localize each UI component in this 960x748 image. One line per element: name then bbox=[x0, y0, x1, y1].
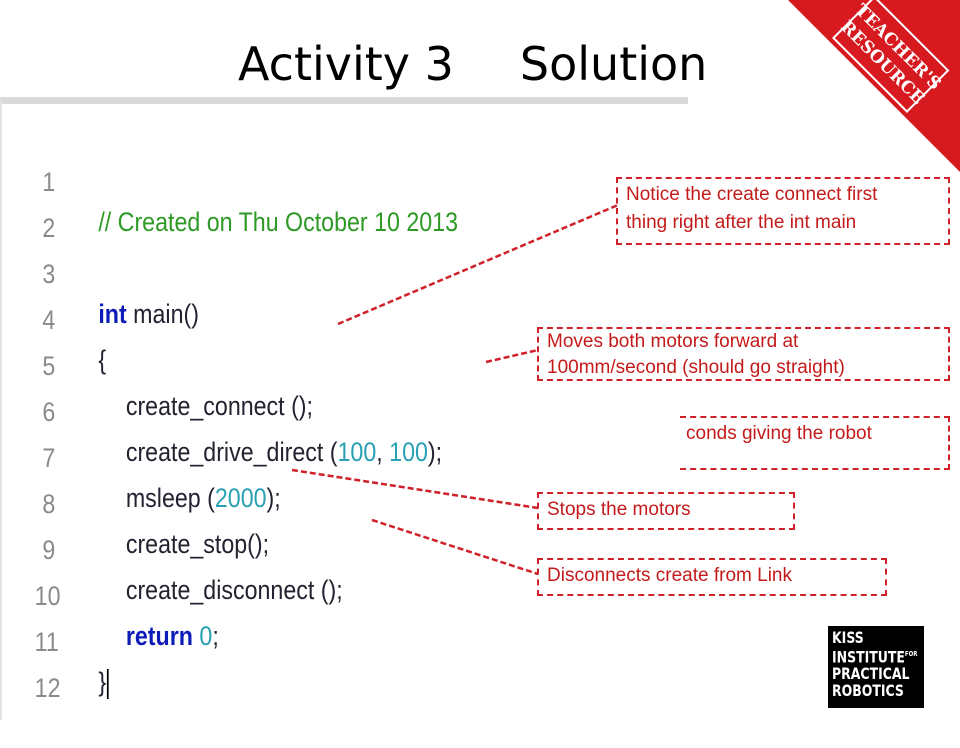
logo-line4: ROBOTICS bbox=[832, 681, 904, 701]
logo-line2-sup: FOR bbox=[904, 650, 918, 658]
callout-stop-text: Stops the motors bbox=[547, 499, 691, 520]
callout-sleep-text: conds giving the robot bbox=[686, 423, 872, 444]
close-brace-wrap: } bbox=[98, 662, 109, 702]
slide-title-activity: Activity 3 bbox=[238, 37, 454, 91]
callout-connect-line1: Notice the create connect first bbox=[626, 184, 878, 205]
teachers-resource-ribbon: TEACHER'S RESOURCE bbox=[788, 0, 960, 172]
callout-drive-line1: Moves both motors forward at bbox=[547, 331, 799, 352]
logo-line2: INSTITUTEFOR bbox=[832, 646, 917, 665]
slide-title: Activity 3 Solution bbox=[238, 34, 707, 94]
code-line-6: 6 create_drive_direct (100, 100); bbox=[2, 352, 592, 467]
code-line-7: 7 msleep (2000); bbox=[2, 398, 592, 513]
callout-drive-line2: 100mm/second (should go straight) bbox=[547, 357, 845, 378]
logo-line1: KISS bbox=[832, 628, 864, 647]
code-line-3: 3 int main() bbox=[2, 214, 592, 329]
callout-drive-direct: Moves both motors forward at 100mm/secon… bbox=[537, 327, 950, 381]
callout-create-connect: Notice the create connect first thing ri… bbox=[616, 177, 950, 245]
code-line-12: 12 bbox=[2, 628, 592, 703]
code-line-11: 11 } bbox=[2, 582, 592, 699]
callout-msleep: conds giving the robot bbox=[680, 416, 950, 470]
callout-disconnect: Disconnects create from Link bbox=[537, 558, 887, 596]
code-line-4: 4 { bbox=[2, 260, 592, 375]
code-line-2: 2 bbox=[2, 168, 592, 243]
close-brace: } bbox=[98, 667, 107, 697]
logo-line3: PRACTICAL bbox=[832, 664, 910, 684]
kiss-institute-logo: KISS INSTITUTEFOR PRACTICAL ROBOTICS bbox=[828, 626, 924, 708]
callout-connect-line2: thing right after the int main bbox=[626, 212, 857, 233]
text-cursor bbox=[106, 668, 109, 699]
code-line-8: 8 create_stop(); bbox=[2, 444, 592, 559]
callout-disconnect-text: Disconnects create from Link bbox=[547, 565, 792, 586]
slide-title-solution: Solution bbox=[519, 37, 708, 91]
callout-stop: Stops the motors bbox=[537, 492, 795, 530]
code-line-9: 9 create_disconnect (); bbox=[2, 490, 592, 605]
code-line-5: 5 create_connect (); bbox=[2, 306, 592, 421]
line-number: 12 bbox=[34, 673, 61, 703]
code-line-1: 1 // Created on Thu October 10 2013 bbox=[2, 122, 592, 237]
code-editor[interactable]: 1 // Created on Thu October 10 2013 2 3 … bbox=[0, 97, 688, 720]
code-line-10: 10 return 0; bbox=[2, 536, 592, 651]
